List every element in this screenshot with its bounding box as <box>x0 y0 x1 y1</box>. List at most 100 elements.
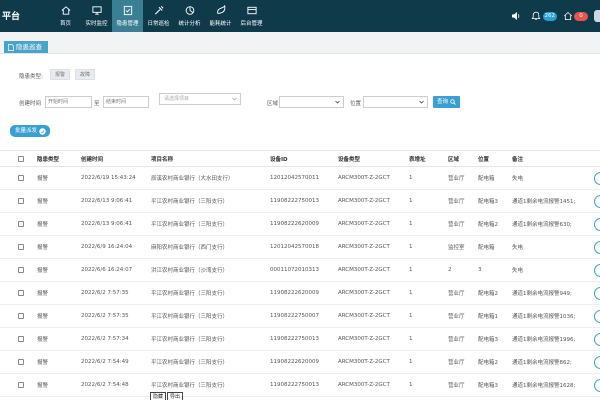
alarm-house-icon[interactable] <box>563 11 573 21</box>
nav-item-monitor[interactable]: 实时监控 <box>81 0 112 32</box>
row-action-button[interactable] <box>594 287 600 300</box>
column-header[interactable]: 位置 <box>478 151 489 166</box>
project-select[interactable]: 请选择项目 <box>159 93 241 105</box>
row-checkbox[interactable] <box>18 175 24 181</box>
batch-dispatch-button[interactable]: 批量派发 <box>10 125 51 137</box>
type-option-alarm[interactable]: 报警 <box>50 69 71 80</box>
table-cell: ARCM300T-Z-2GCT <box>338 244 390 250</box>
row-checkbox[interactable] <box>18 382 24 388</box>
nav-item-hazard[interactable]: 隐患管理 <box>112 0 143 32</box>
row-action-button[interactable] <box>594 241 600 254</box>
end-time-input[interactable] <box>103 96 149 108</box>
position-select[interactable] <box>363 96 428 108</box>
table-cell: 辰溪农村商业银行（大水田支行） <box>151 176 234 182</box>
table-cell: 配电箱2 <box>478 360 498 366</box>
header-actions: 262 0 <box>511 0 600 32</box>
column-header[interactable]: 创建时间 <box>81 151 103 166</box>
table-row[interactable]: 报警 2022/6/13 9:06:41 平江农村商业银行（三阳支行） 1190822… <box>0 190 600 213</box>
table-row[interactable]: 报警 2022/6/2 7:57:34 平江农村商业银行（三阳支行） 11908222… <box>0 328 600 351</box>
table-cell: 1 <box>409 198 413 204</box>
column-header[interactable]: 区域 <box>448 151 459 166</box>
project-select-placeholder: 请选择项目 <box>164 96 190 102</box>
column-header[interactable]: 设备类型 <box>338 151 360 166</box>
alarm-count-badge[interactable]: 0 <box>574 11 588 21</box>
row-checkbox[interactable] <box>18 221 24 227</box>
chevron-down-icon <box>419 100 424 104</box>
start-time-input[interactable] <box>45 96 92 108</box>
table-cell: 1 <box>409 359 413 365</box>
row-checkbox[interactable] <box>18 290 24 296</box>
export-button[interactable]: 导出 <box>167 392 184 400</box>
statistics-icon <box>185 6 194 15</box>
table-cell: 11908222750013 <box>270 198 319 204</box>
home-icon <box>61 6 70 15</box>
hazard-icon <box>123 5 132 16</box>
row-checkbox-cell <box>18 305 24 327</box>
tab-label: 隐患巡查 <box>16 43 42 51</box>
table-cell: 营业厅 <box>448 176 465 182</box>
column-header[interactable]: 备注 <box>512 151 523 166</box>
nav-label: 隐患管理 <box>116 21 139 27</box>
row-action-button[interactable] <box>594 218 600 231</box>
table-cell: ARCM300T-Z-2GCT <box>338 336 390 342</box>
row-checkbox[interactable] <box>18 267 24 273</box>
row-checkbox[interactable] <box>18 359 24 365</box>
nav-item-home[interactable]: 首页 <box>50 0 81 32</box>
select-all-checkbox[interactable] <box>18 155 24 162</box>
search-button[interactable]: 查询 <box>433 96 461 108</box>
table-row[interactable]: 报警 2022/6/6 16:24:07 洪江农村商业银行（沙湾支行） 0001107… <box>0 259 600 282</box>
table-cell: 通道1剩余电流报警1996; <box>512 337 576 343</box>
row-action-button[interactable] <box>594 264 600 277</box>
type-option-fault[interactable]: 故障 <box>75 69 96 80</box>
row-action-button[interactable] <box>594 172 600 185</box>
nav-item-statistics[interactable]: 统计分析 <box>174 0 205 32</box>
row-action-button[interactable] <box>594 195 600 208</box>
tab-hazard-inspection[interactable]: 隐患巡查 <box>4 41 48 53</box>
table-cell: 12012042570018 <box>270 244 319 250</box>
column-header[interactable]: 表增址 <box>409 151 426 166</box>
area-select[interactable] <box>279 96 344 108</box>
notification-count-badge[interactable]: 262 <box>542 11 557 21</box>
table-cell: 00011072010313 <box>270 267 319 273</box>
table-row[interactable]: 报警 2022/6/2 7:57:35 平江农村商业银行（三阳支行） 11908222… <box>0 305 600 328</box>
nav-label: 统计分析 <box>178 21 201 27</box>
row-checkbox[interactable] <box>18 198 24 204</box>
nav-item-inspection[interactable]: 日常巡检 <box>143 0 174 32</box>
table-cell: 洪江农村商业银行（沙湾支行） <box>151 268 229 274</box>
nav-item-energy[interactable]: 能耗统计 <box>205 0 236 32</box>
column-header[interactable]: 设备ID <box>270 151 288 166</box>
table-cell: 2022/6/2 7:54:48 <box>81 382 129 388</box>
check-circle-icon <box>39 127 46 135</box>
table-row[interactable]: 报警 2022/6/2 7:57:35 平江农村商业银行（三阳支行） 11908222… <box>0 282 600 305</box>
row-checkbox-cell <box>18 282 24 304</box>
table-cell: 配电箱1 <box>478 314 498 320</box>
column-header[interactable]: 隐患类型 <box>37 151 59 166</box>
row-checkbox[interactable] <box>18 336 24 342</box>
hide-button[interactable]: 隐藏 <box>150 392 167 400</box>
row-action-button[interactable] <box>594 356 600 369</box>
table-row[interactable]: 报警 2022/6/9 16:24:04 麻阳农村商业银行（西门支行） 1201204… <box>0 236 600 259</box>
row-checkbox[interactable] <box>18 244 24 250</box>
row-action-button[interactable] <box>594 379 600 392</box>
table-cell: 营业厅 <box>448 314 465 320</box>
volume-icon[interactable] <box>511 11 521 21</box>
table-cell: 2022/6/13 9:06:41 <box>81 221 133 227</box>
bell-icon[interactable] <box>531 11 541 21</box>
table-cell: 监控室 <box>448 245 465 251</box>
table-cell: 1 <box>409 290 413 296</box>
user-avatar[interactable] <box>594 10 600 22</box>
table-row[interactable]: 报警 2022/6/13 9:06:41 平江农村商业银行（三阳支行） 1190822… <box>0 213 600 236</box>
table-cell: 配电箱2 <box>478 222 498 228</box>
nav-item-admin[interactable]: 后台管理 <box>236 0 267 32</box>
chevron-down-icon <box>232 97 237 101</box>
row-action-button[interactable] <box>594 333 600 346</box>
table-row[interactable]: 报警 2022/6/19 15:43:24 辰溪农村商业银行（大水田支行） 12012… <box>0 167 600 190</box>
table-cell: 麻阳农村商业银行（西门支行） <box>151 245 229 251</box>
table-cell: 营业厅 <box>448 383 465 389</box>
table-row[interactable]: 报警 2022/6/2 7:54:48 平江农村商业银行（三阳支行） 11908222… <box>0 374 600 397</box>
row-action-button[interactable] <box>594 310 600 323</box>
table-row[interactable]: 报警 2022/6/2 7:54:49 平江农村商业银行（三阳支行） 11908222… <box>0 351 600 374</box>
row-checkbox[interactable] <box>18 313 24 319</box>
column-header[interactable]: 项目名称 <box>151 151 173 166</box>
hazard-type-label: 隐患类型: <box>19 74 43 80</box>
